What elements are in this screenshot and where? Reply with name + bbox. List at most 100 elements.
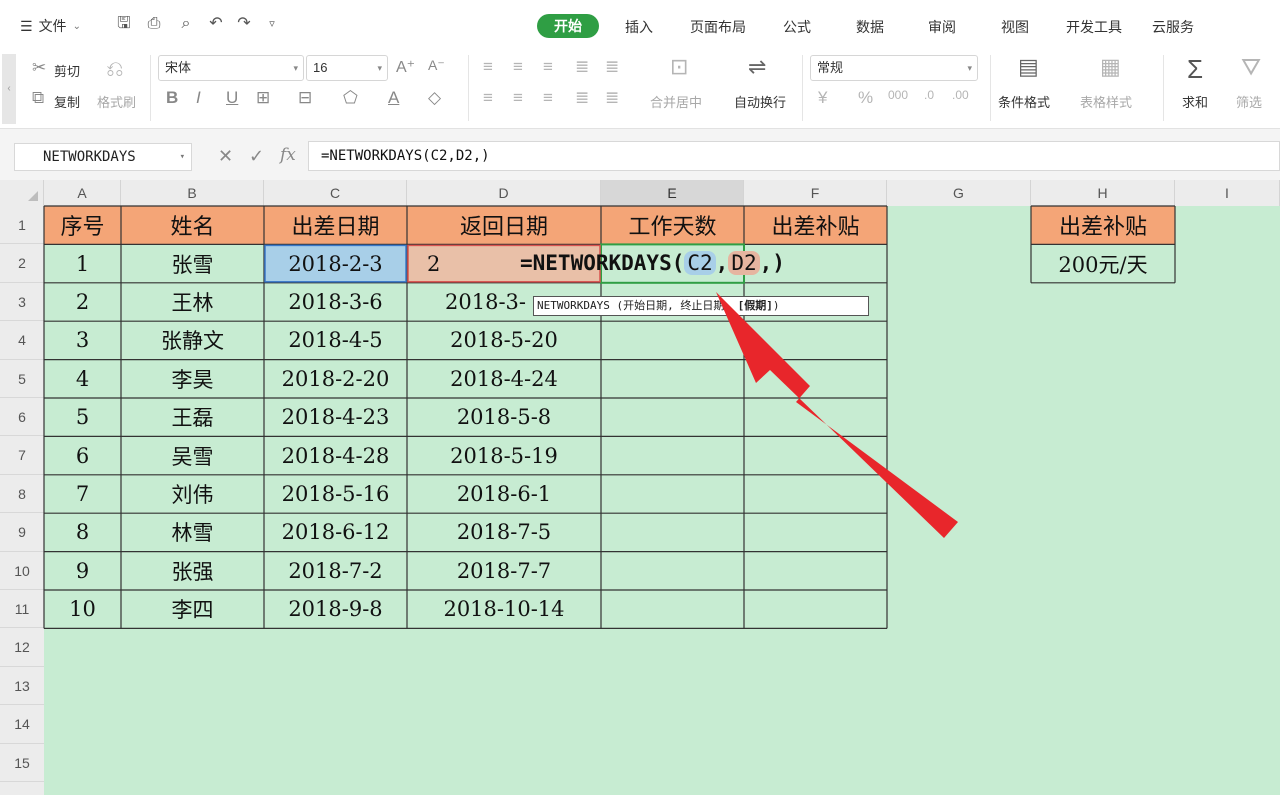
formula-suffix: ,) xyxy=(759,251,785,275)
save-icon[interactable]: 🖫 xyxy=(114,14,134,34)
format-painter-icon: ⎌ xyxy=(106,56,124,81)
wrap-text-button[interactable]: 自动换行 xyxy=(734,92,786,111)
formula-comma: , xyxy=(715,251,729,275)
formula-prefix: =NETWORKDAYS( xyxy=(520,251,685,275)
ribbon-divider xyxy=(1163,55,1164,121)
ribbon-divider xyxy=(990,55,991,121)
ribbon-divider xyxy=(150,55,151,121)
tooltip-arg-holidays: [假期] xyxy=(737,299,773,312)
align-center-icon[interactable]: ≡ xyxy=(513,88,523,108)
formula-bar: NETWORKDAYS ▾ ✕ ✓ fx =NETWORKDAYS(C2,D2,… xyxy=(0,128,1280,180)
italic-icon[interactable]: I xyxy=(196,88,201,108)
decrease-decimal-icon[interactable]: .00 xyxy=(952,88,969,102)
name-box-value: NETWORKDAYS xyxy=(43,149,136,165)
insert-function-icon[interactable]: fx xyxy=(280,145,296,165)
tab-developer[interactable]: 开发工具 xyxy=(1066,17,1122,37)
chevron-down-icon: ⌄ xyxy=(72,20,81,32)
file-menu[interactable]: ☰ 文件 ⌄ xyxy=(20,14,81,38)
merge-center-button[interactable]: 合并居中 xyxy=(650,92,702,111)
thousands-icon[interactable]: 000 xyxy=(888,88,908,102)
print-icon[interactable]: ⎙ xyxy=(144,14,164,34)
orientation-icon[interactable]: ≣ xyxy=(575,57,589,77)
sum-icon: Σ xyxy=(1187,54,1204,84)
copy-button[interactable]: 复制 xyxy=(54,92,80,111)
cell-formula-editor[interactable]: =NETWORKDAYS( C2 , D2 ,) xyxy=(520,246,785,280)
number-format-select[interactable]: 常规 ▾ xyxy=(810,55,978,81)
chevron-down-icon: ▾ xyxy=(377,63,382,73)
decrease-font-icon[interactable]: A⁻ xyxy=(428,57,445,74)
spreadsheet-app: ☰ 文件 ⌄ 🖫 ⎙ ⌕ ↶ ↷ ▿ 开始 插入 页面布局 公式 数据 审阅 视… xyxy=(0,0,1280,795)
font-color-icon[interactable]: A xyxy=(388,88,399,108)
tab-view[interactable]: 视图 xyxy=(1001,17,1029,37)
undo-icon[interactable]: ↶ xyxy=(206,14,226,34)
chevron-down-icon: ▾ xyxy=(179,152,185,162)
increase-decimal-icon[interactable]: .0 xyxy=(924,88,934,102)
scissors-icon: ✂ xyxy=(32,58,47,77)
chevron-down-icon: ▾ xyxy=(967,63,972,73)
increase-font-icon[interactable]: A⁺ xyxy=(396,57,415,77)
underline-icon[interactable]: U xyxy=(226,88,238,108)
conditional-format-button[interactable]: 条件格式 xyxy=(998,92,1050,111)
font-name-select[interactable]: 宋体 ▾ xyxy=(158,55,304,81)
tab-page-layout[interactable]: 页面布局 xyxy=(690,17,746,37)
table-style-icon: ▦ xyxy=(1100,54,1121,79)
paint-bucket-icon[interactable]: ⬠ xyxy=(343,88,358,108)
number-format-value: 常规 xyxy=(817,60,844,75)
distributed-icon[interactable]: ≣ xyxy=(605,88,619,108)
tooltip-arg-end: , 终止日期, xyxy=(667,299,738,312)
align-bottom-icon[interactable]: ≡ xyxy=(543,57,553,77)
ribbon-collapse-handle[interactable]: ‹ xyxy=(2,54,16,124)
font-size-value: 16 xyxy=(313,60,328,75)
border-icon[interactable]: ⊞ xyxy=(256,88,270,108)
align-left-icon[interactable]: ≡ xyxy=(483,88,493,108)
confirm-icon[interactable]: ✓ xyxy=(249,146,264,167)
copy-icon: ⧉ xyxy=(32,88,45,107)
formula-input[interactable]: =NETWORKDAYS(C2,D2,) xyxy=(308,141,1280,171)
tooltip-close: ) xyxy=(772,299,780,312)
ref-d2: D2 xyxy=(728,251,760,275)
align-right-icon[interactable]: ≡ xyxy=(543,88,553,108)
merge-center-icon: ⊡ xyxy=(670,54,689,79)
sum-button[interactable]: 求和 xyxy=(1182,92,1208,111)
tooltip-arg-start: 开始日期 xyxy=(623,299,668,312)
name-box[interactable]: NETWORKDAYS ▾ xyxy=(14,143,192,171)
ribbon-divider xyxy=(468,55,469,121)
percent-icon[interactable]: % xyxy=(858,88,873,108)
tooltip-function: NETWORKDAYS ( xyxy=(537,299,624,312)
currency-icon[interactable]: ¥ xyxy=(818,88,827,108)
cancel-icon[interactable]: ✕ xyxy=(218,146,233,167)
print-preview-icon[interactable]: ⌕ xyxy=(176,14,196,34)
worksheet[interactable]: ABCDEFGHI 1 2 3 4 5 6 7 8 9 10 11 12 13 14 15 序号 姓名 出差日期… xyxy=(0,180,1280,795)
ribbon-divider xyxy=(802,55,803,121)
cut-button[interactable]: 剪切 xyxy=(54,61,80,80)
filter-icon: ⛛ xyxy=(1241,54,1262,81)
font-size-select[interactable]: 16 ▾ xyxy=(306,55,388,81)
tab-cloud[interactable]: 云服务 xyxy=(1152,17,1194,37)
indent-icon[interactable]: ≣ xyxy=(605,57,619,77)
customize-chevron-icon[interactable]: ▿ xyxy=(262,14,282,34)
justify-icon[interactable]: ≣ xyxy=(575,88,589,108)
chevron-down-icon: ▾ xyxy=(293,63,298,73)
conditional-format-icon: ▤ xyxy=(1018,54,1039,79)
fill-color-icon[interactable]: ⊟ xyxy=(298,88,312,108)
redo-icon[interactable]: ↷ xyxy=(234,14,254,34)
font-name-value: 宋体 xyxy=(165,60,192,75)
wrap-text-icon: ⇌ xyxy=(748,54,767,79)
file-menu-label: 文件 xyxy=(38,18,67,34)
tab-review[interactable]: 审阅 xyxy=(928,17,956,37)
eraser-icon[interactable]: ◇ xyxy=(428,88,441,108)
tab-insert[interactable]: 插入 xyxy=(625,17,653,37)
align-top-icon[interactable]: ≡ xyxy=(483,57,493,77)
bold-icon[interactable]: B xyxy=(166,88,178,108)
format-painter-button[interactable]: 格式刷 xyxy=(97,92,136,111)
align-middle-icon[interactable]: ≡ xyxy=(513,57,523,77)
tab-home[interactable]: 开始 xyxy=(537,14,599,38)
tab-formulas[interactable]: 公式 xyxy=(783,17,811,37)
filter-button[interactable]: 筛选 xyxy=(1236,92,1262,111)
hamburger-icon: ☰ xyxy=(20,17,33,34)
table-style-button[interactable]: 表格样式 xyxy=(1080,92,1132,111)
ref-c2: C2 xyxy=(684,251,716,275)
tab-data[interactable]: 数据 xyxy=(856,17,884,37)
menu-bar: ☰ 文件 ⌄ 🖫 ⎙ ⌕ ↶ ↷ ▿ 开始 插入 页面布局 公式 数据 审阅 视… xyxy=(0,0,1280,50)
ref-c2-outline xyxy=(264,244,407,283)
